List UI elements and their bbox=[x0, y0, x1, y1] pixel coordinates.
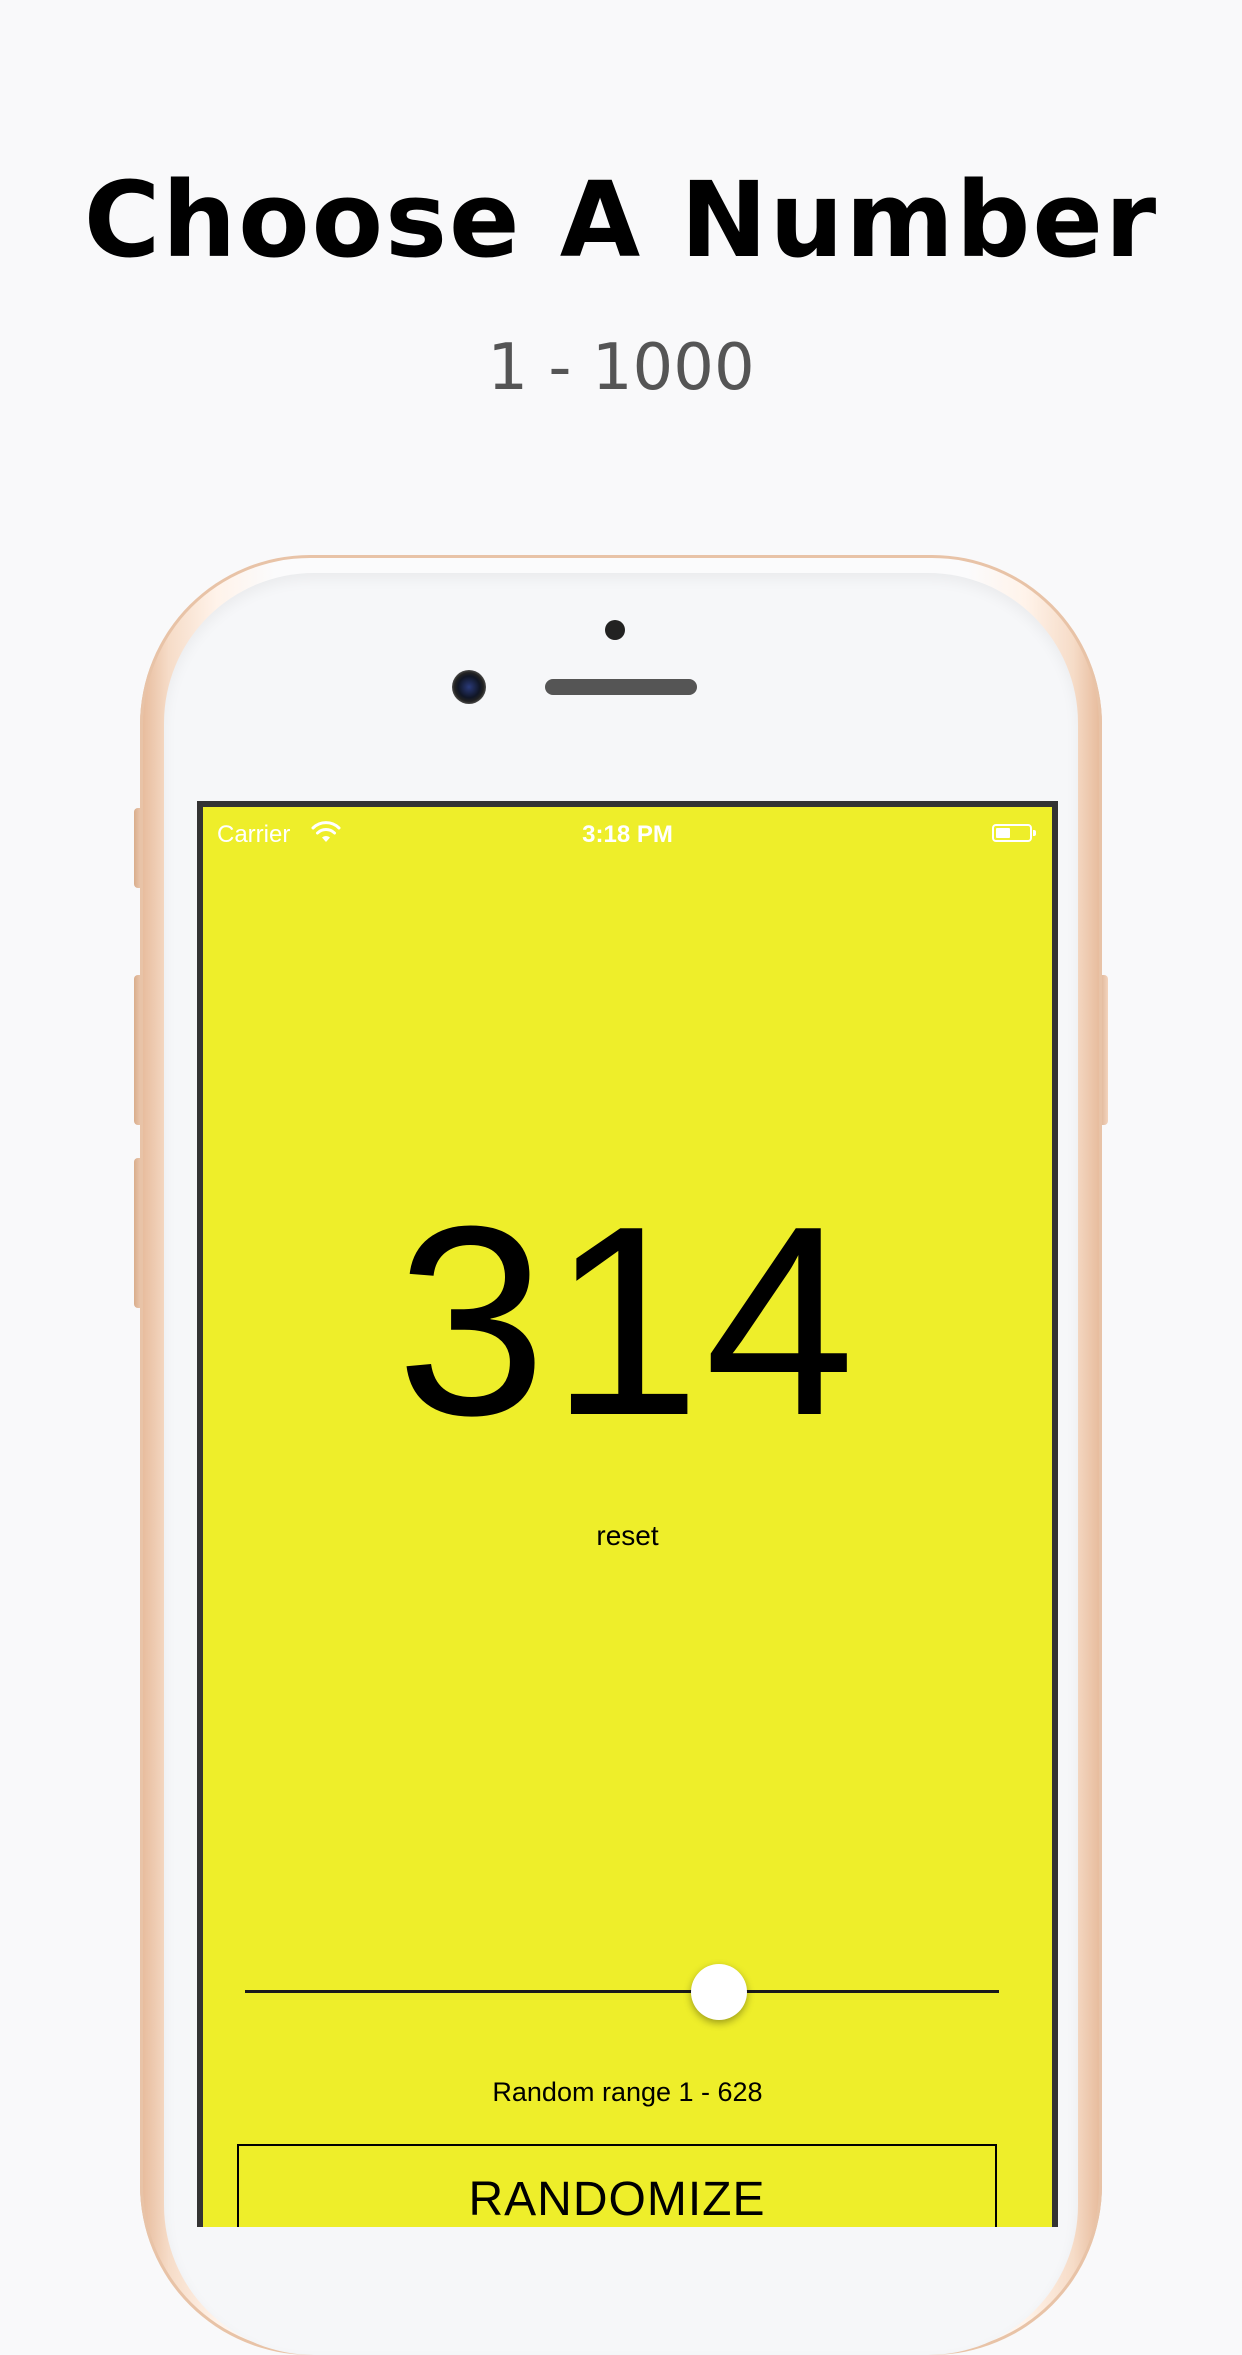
phone-screen: Carrier 3:18 PM 314 reset Random range 1… bbox=[197, 801, 1058, 2227]
status-time: 3:18 PM bbox=[582, 821, 673, 848]
slider-track[interactable] bbox=[245, 1990, 999, 1993]
range-label: Random range 1 - 628 bbox=[492, 2077, 763, 2107]
slider-thumb[interactable] bbox=[690, 1964, 747, 2020]
proximity-sensor bbox=[605, 620, 625, 640]
battery-level bbox=[996, 828, 1010, 838]
battery-icon bbox=[992, 824, 1036, 842]
reset-button[interactable]: reset bbox=[203, 1520, 1052, 1552]
range-slider[interactable] bbox=[245, 1962, 999, 2022]
earpiece-speaker bbox=[545, 679, 697, 695]
battery-tip bbox=[1033, 830, 1036, 836]
front-camera-icon bbox=[452, 670, 486, 704]
random-number-display: 314 bbox=[396, 1171, 859, 1472]
randomize-button[interactable]: RANDOMIZE bbox=[237, 2144, 997, 2227]
status-bar: Carrier 3:18 PM bbox=[203, 807, 1052, 861]
promo-headline: Choose A Number bbox=[83, 159, 1159, 281]
promo-subhead: 1 - 1000 bbox=[487, 331, 755, 405]
